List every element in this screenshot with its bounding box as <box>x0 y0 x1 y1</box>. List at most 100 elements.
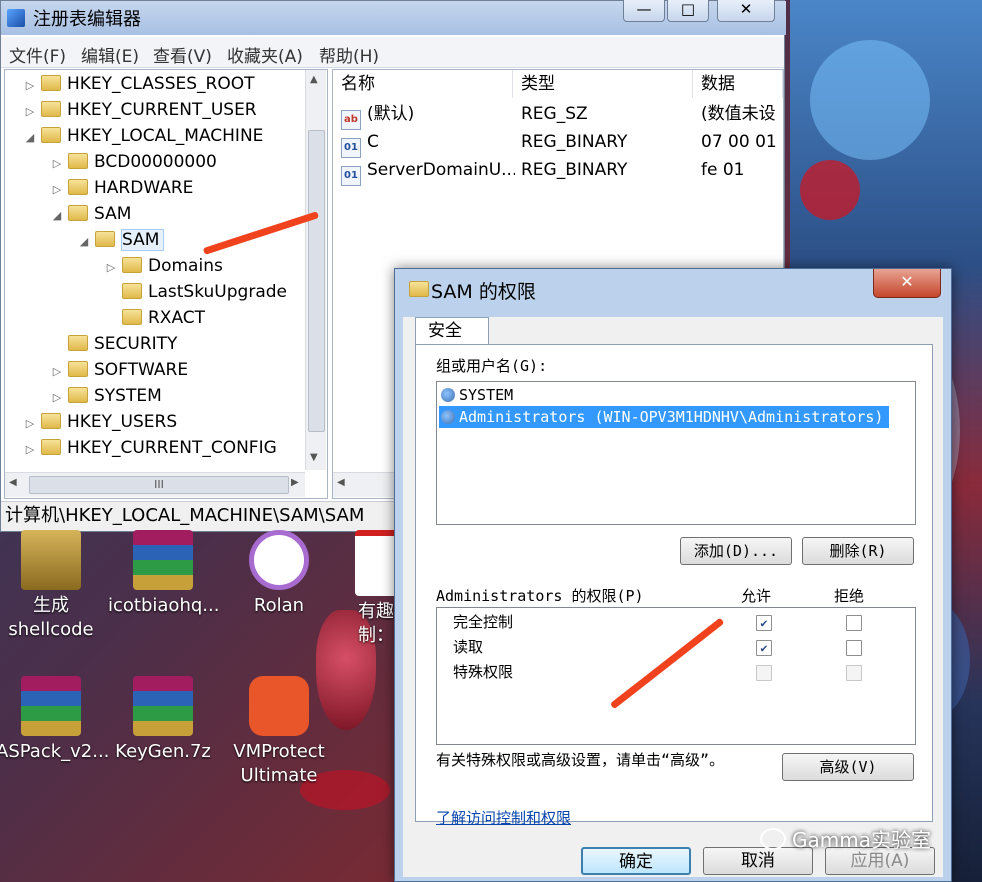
tree-expander-icon[interactable]: ▷ <box>23 100 37 124</box>
ok-button[interactable]: 确定 <box>581 847 691 875</box>
folder-icon <box>122 283 142 299</box>
menu-help[interactable]: 帮助(H) <box>319 42 379 67</box>
column-header-name[interactable]: 名称 <box>333 70 513 98</box>
tree-node-label: Domains <box>148 256 223 276</box>
tree-node[interactable]: ▷ HKEY_CURRENT_CONFIG <box>23 436 277 460</box>
tree-node[interactable]: ▷ HARDWARE <box>50 176 194 202</box>
menu-edit[interactable]: 编辑(E) <box>81 42 139 67</box>
rolan-app-icon <box>249 530 309 590</box>
folder-icon <box>41 75 61 91</box>
users-listbox[interactable]: SYSTEM Administrators (WIN-OPV3M1HDNHV\A… <box>436 381 916 525</box>
winrar-archive-icon <box>21 676 81 736</box>
close-button[interactable]: ✕ <box>717 0 775 22</box>
tree-node[interactable]: ▷ Domains <box>104 254 223 278</box>
deny-checkbox[interactable] <box>846 615 862 631</box>
folder-icon <box>68 205 88 221</box>
tree-node[interactable]: ◢ SAM <box>77 228 165 254</box>
folder-icon <box>41 413 61 429</box>
scroll-left-arrow-icon[interactable]: ◀ <box>9 477 17 488</box>
value-row[interactable]: ab (默认) REG_SZ (数值未设 <box>333 100 783 130</box>
tree-node-label: HKEY_LOCAL_MACHINE <box>67 126 264 146</box>
tree-expander-icon[interactable]: ▷ <box>23 412 37 436</box>
tree-expander-icon[interactable]: ◢ <box>23 126 37 150</box>
tree-node[interactable]: ◢ SAM <box>50 202 132 228</box>
menu-favorites[interactable]: 收藏夹(A) <box>227 42 303 67</box>
tree-node[interactable]: ▷ SYSTEM <box>50 384 162 408</box>
scroll-up-arrow-icon[interactable]: ▲ <box>310 74 318 85</box>
allow-checkbox[interactable] <box>756 665 772 681</box>
scroll-thumb[interactable] <box>308 130 325 432</box>
value-row[interactable]: 01 C REG_BINARY 07 00 01 <box>333 128 783 158</box>
tree-horizontal-scrollbar[interactable]: ◀ III ▶ <box>5 472 305 497</box>
minimize-button[interactable]: — <box>623 0 665 22</box>
tree-node-label: SAM <box>121 229 165 251</box>
tree-expander-icon[interactable]: ▷ <box>50 360 64 384</box>
deny-checkbox[interactable] <box>846 640 862 656</box>
tree-expander-icon[interactable]: ▷ <box>23 74 37 98</box>
help-link[interactable]: 了解访问控制和权限 <box>436 807 571 828</box>
folder-icon <box>41 127 61 143</box>
user-row-administrators[interactable]: Administrators (WIN-OPV3M1HDNHV\Administ… <box>439 406 890 428</box>
desktop-icon-label: Rolan <box>253 595 305 616</box>
tree-node[interactable]: LastSkuUpgrade <box>104 280 287 304</box>
scroll-thumb-h[interactable]: III <box>29 476 289 494</box>
advanced-hint-text: 有关特殊权限或高级设置，请单击“高级”。 <box>436 751 725 769</box>
remove-button[interactable]: 删除(R) <box>802 537 914 565</box>
tree-node[interactable]: ◢ HKEY_LOCAL_MACHINE <box>23 124 264 150</box>
value-name: ServerDomainU... <box>367 160 515 180</box>
tree-node[interactable]: RXACT <box>104 306 205 330</box>
tree-node-label: HKEY_USERS <box>67 412 178 432</box>
menu-view[interactable]: 查看(V) <box>153 42 212 67</box>
tree-node[interactable]: ▷ BCD00000000 <box>50 150 217 174</box>
tree-expander-icon[interactable]: ◢ <box>50 204 64 228</box>
user-row-system[interactable]: SYSTEM <box>439 384 519 406</box>
winrar-archive-icon <box>133 530 193 590</box>
key-tree-pane[interactable]: ▷ HKEY_CLASSES_ROOT ▷ HKEY_CURRENT_USER ◢ HKE… <box>4 69 328 499</box>
folder-icon <box>68 179 88 195</box>
column-header-data[interactable]: 数据 <box>693 70 783 98</box>
desktop-icon[interactable]: icotbiaohq... <box>108 530 219 618</box>
value-row[interactable]: 01 ServerDomainU... REG_BINARY fe 01 <box>333 156 783 186</box>
desktop-icon-label: 生成 shellcode <box>8 595 94 640</box>
tree-node[interactable]: ▷ SOFTWARE <box>50 358 188 382</box>
tree-node[interactable]: ▷ HKEY_CLASSES_ROOT <box>23 72 255 96</box>
tree-expander-icon[interactable]: ▷ <box>104 256 118 280</box>
desktop-icon[interactable]: 生成 shellcode <box>0 530 106 642</box>
column-header-type[interactable]: 类型 <box>513 70 693 98</box>
tab-security[interactable]: 安全 <box>415 317 489 345</box>
permission-row: 特殊权限 <box>453 663 514 681</box>
tree-node[interactable]: ▷ HKEY_USERS <box>23 410 177 434</box>
allow-checkbox[interactable]: ✔ <box>756 640 772 656</box>
tree-expander-icon[interactable]: ▷ <box>50 178 64 202</box>
scroll-right-arrow-icon[interactable]: ▶ <box>291 477 299 488</box>
scroll-left-arrow-icon[interactable]: ◀ <box>337 477 345 488</box>
advanced-button[interactable]: 高级(V) <box>782 753 914 781</box>
scroll-down-arrow-icon[interactable]: ▼ <box>310 452 318 463</box>
tree-node-label: HKEY_CURRENT_USER <box>67 100 257 120</box>
tree-node[interactable]: ▷ HKEY_CURRENT_USER <box>23 98 257 122</box>
maximize-button[interactable]: □ <box>667 0 709 22</box>
deny-checkbox[interactable] <box>846 665 862 681</box>
desktop-icon[interactable]: VMProtect Ultimate <box>224 676 334 788</box>
user-group-icon <box>441 410 455 424</box>
value-data: 07 00 01 <box>701 132 777 152</box>
security-tab-panel: 组或用户名(G): SYSTEM Administrators (WIN-OPV… <box>415 344 933 827</box>
tree-node[interactable]: SECURITY <box>50 332 177 356</box>
permission-row: 读取 <box>453 638 484 656</box>
wechat-icon <box>760 828 786 850</box>
menu-file[interactable]: 文件(F) <box>9 42 66 67</box>
desktop-icon[interactable]: Rolan <box>224 530 334 618</box>
add-button[interactable]: 添加(D)... <box>680 537 792 565</box>
tree-vertical-scrollbar[interactable]: ▲ ▼ <box>305 70 326 470</box>
desktop-icon-label: KeyGen.7z <box>115 741 211 762</box>
tree-expander-icon[interactable]: ▷ <box>23 438 37 462</box>
tree-expander-icon[interactable]: ◢ <box>77 230 91 254</box>
allow-checkbox[interactable]: ✔ <box>756 615 772 631</box>
tree-expander-icon[interactable]: ▷ <box>50 386 64 410</box>
dialog-close-button[interactable]: ✕ <box>873 269 941 298</box>
tree-node-label: LastSkuUpgrade <box>148 282 287 302</box>
desktop-icon[interactable]: KeyGen.7z <box>108 676 218 764</box>
value-type: REG_SZ <box>521 104 588 124</box>
desktop-icon[interactable]: ASPack_v2... <box>0 676 109 764</box>
tree-expander-icon[interactable]: ▷ <box>50 152 64 176</box>
